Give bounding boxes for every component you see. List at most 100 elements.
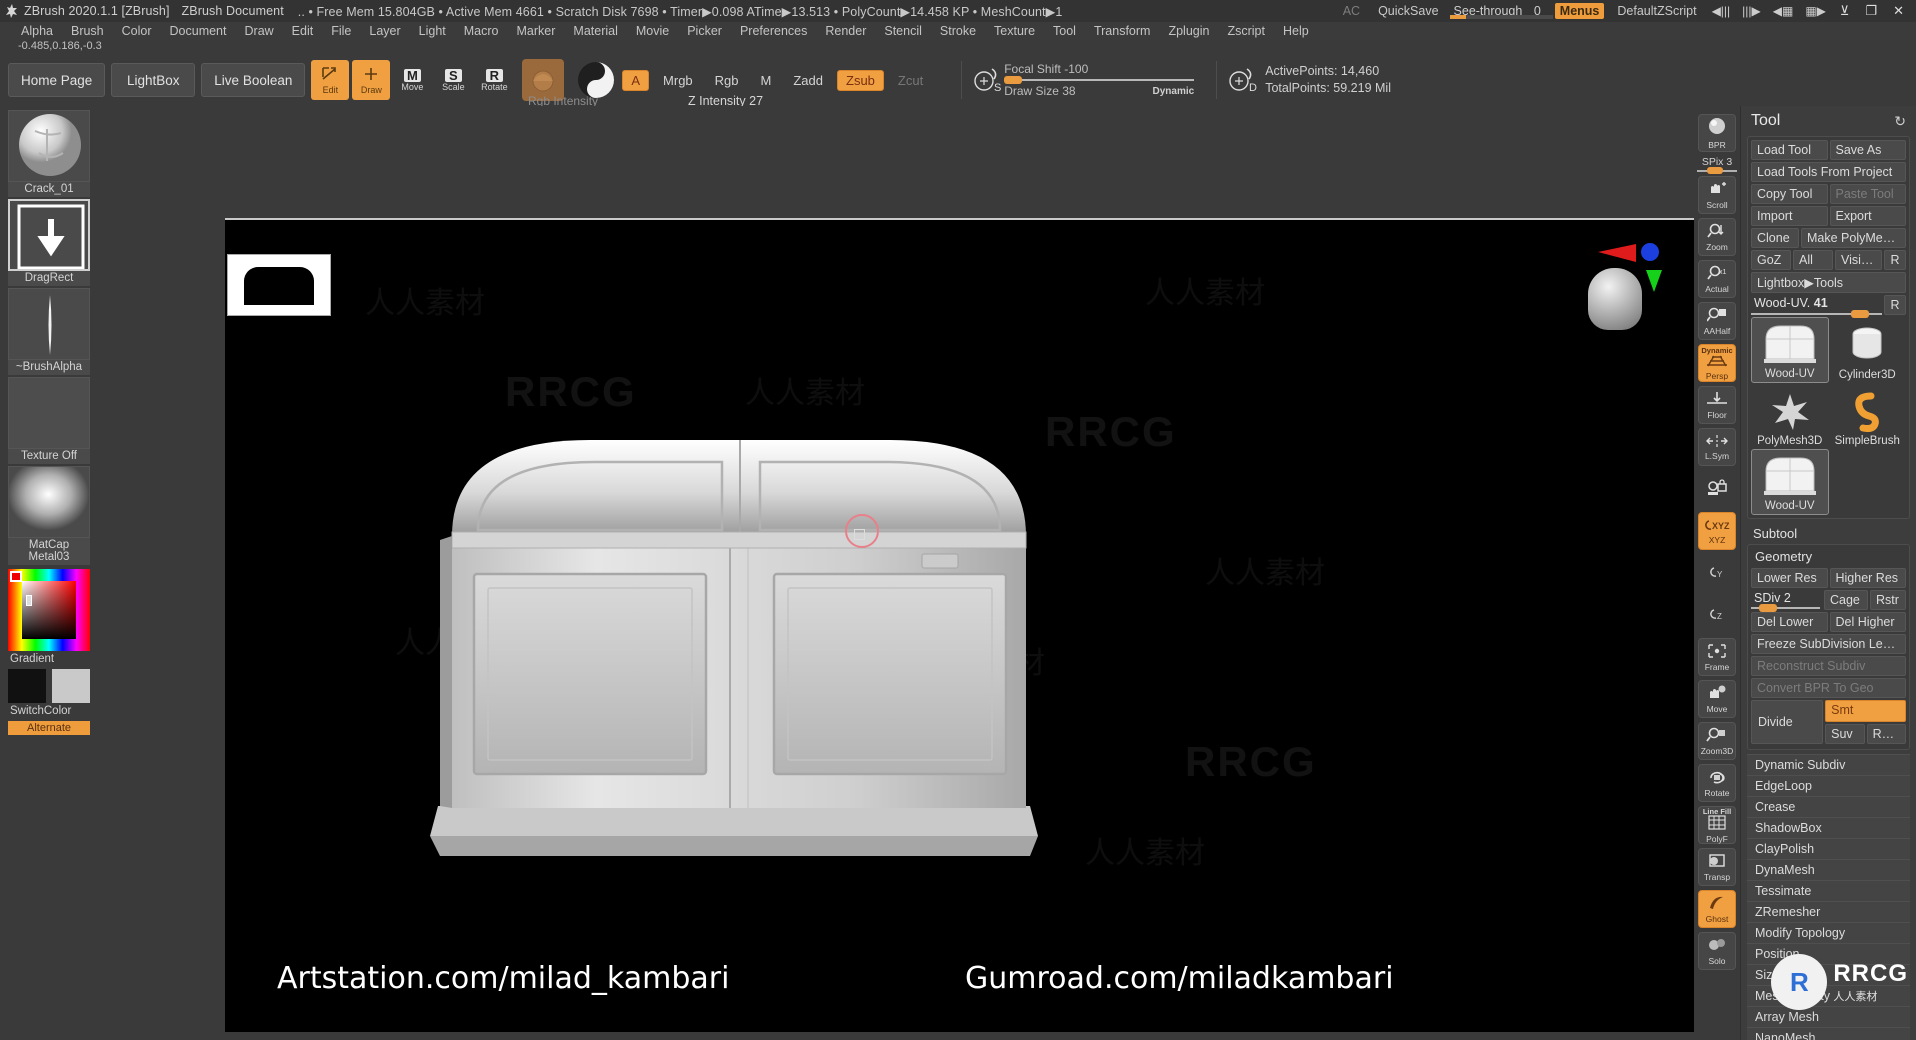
- palette-item-dragrect[interactable]: DragRect: [8, 199, 90, 286]
- make-polymesh3d-button[interactable]: Make PolyMesh3D: [1801, 228, 1906, 248]
- switchcolor-label[interactable]: SwitchColor: [8, 703, 97, 717]
- rstr-button[interactable]: Rstr: [1870, 590, 1906, 610]
- tool-thumb-cylinder3d[interactable]: Cylinder3D: [1829, 317, 1907, 383]
- viewport-button-xyz[interactable]: XYZ XYZ: [1698, 512, 1736, 550]
- viewport-button-actual[interactable]: x1 Actual: [1698, 260, 1736, 298]
- menu-item-file[interactable]: File: [322, 23, 360, 39]
- material-matcap-thumb[interactable]: [8, 466, 90, 538]
- export-button[interactable]: Export: [1829, 206, 1906, 226]
- focal-shift-label[interactable]: Focal Shift -100: [1004, 62, 1194, 76]
- viewport-button-rotate-z[interactable]: Z: [1698, 596, 1736, 634]
- bpr-render-button[interactable]: BPR: [1698, 114, 1736, 152]
- see-through-slider[interactable]: See-through 0: [1448, 4, 1553, 19]
- viewport-button-rotate-y[interactable]: Y: [1698, 554, 1736, 592]
- draw-size-label[interactable]: Draw Size 38: [1004, 84, 1075, 98]
- dynamic-badge[interactable]: Dynamic: [1153, 86, 1195, 97]
- tool-section-crease[interactable]: Crease: [1747, 796, 1910, 817]
- menu-item-tool[interactable]: Tool: [1044, 23, 1085, 39]
- viewport-button-transform-lock[interactable]: [1698, 470, 1736, 508]
- viewport-button-scroll[interactable]: Scroll: [1698, 176, 1736, 214]
- alpha-sphere-thumb[interactable]: [8, 110, 90, 182]
- tool-section-zremesher[interactable]: ZRemesher: [1747, 901, 1910, 922]
- m-button[interactable]: M: [753, 71, 780, 90]
- viewport-button-zoom3d[interactable]: Zoom3D: [1698, 722, 1736, 760]
- tool-section-modify-topology[interactable]: Modify Topology: [1747, 922, 1910, 943]
- visible-button[interactable]: Visible: [1835, 250, 1882, 270]
- import-button[interactable]: Import: [1751, 206, 1828, 226]
- zsub-button[interactable]: Zsub: [837, 69, 884, 91]
- save-as-button[interactable]: Save As: [1829, 140, 1906, 160]
- viewport-button-frame[interactable]: Frame: [1698, 638, 1736, 676]
- load-tools-from-project-button[interactable]: Load Tools From Project: [1751, 162, 1906, 182]
- secondary-color-swatch[interactable]: [52, 669, 90, 703]
- palette-item--brushalpha[interactable]: ~BrushAlpha: [8, 288, 90, 375]
- goz-button[interactable]: GoZ: [1751, 250, 1791, 270]
- spix-knob[interactable]: [1707, 167, 1723, 174]
- minimize-button[interactable]: ⊻: [1840, 3, 1850, 19]
- tool-section-nanomesh[interactable]: NanoMesh: [1747, 1027, 1910, 1040]
- menu-item-macro[interactable]: Macro: [455, 23, 508, 39]
- viewport-button-aahalf[interactable]: AAHalf: [1698, 302, 1736, 340]
- spix-slider[interactable]: SPix 3: [1697, 156, 1737, 174]
- palette-item-texture-off[interactable]: Texture Off: [8, 377, 90, 464]
- viewport-button-l-sym[interactable]: L.Sym: [1698, 428, 1736, 466]
- tool-section-dynamesh[interactable]: DynaMesh: [1747, 859, 1910, 880]
- scale-mode-button[interactable]: S Scale: [434, 60, 472, 100]
- tool-section-tessimate[interactable]: Tessimate: [1747, 880, 1910, 901]
- lightbox-button[interactable]: LightBox: [111, 63, 196, 97]
- primary-color-swatch[interactable]: [8, 669, 46, 703]
- menu-item-marker[interactable]: Marker: [508, 23, 565, 39]
- lower-res-button[interactable]: Lower Res: [1751, 568, 1828, 588]
- menus-toggle-button[interactable]: Menus: [1554, 3, 1605, 19]
- focal-shift-knob[interactable]: [1004, 76, 1023, 84]
- stroke-dragrect-thumb[interactable]: [8, 199, 90, 271]
- color-picker[interactable]: [8, 569, 90, 651]
- quicksave-button[interactable]: QuickSave: [1378, 4, 1438, 18]
- tool-section-claypolish[interactable]: ClayPolish: [1747, 838, 1910, 859]
- tool-thumb-wood-uv[interactable]: Wood-UV: [1751, 317, 1829, 383]
- tool-section-edgeloop[interactable]: EdgeLoop: [1747, 775, 1910, 796]
- higher-res-button[interactable]: Higher Res: [1829, 568, 1906, 588]
- menu-item-edit[interactable]: Edit: [283, 23, 323, 39]
- sdiv-knob[interactable]: [1759, 604, 1778, 612]
- scroll-left-icon[interactable]: ◀|||: [1712, 4, 1731, 18]
- viewport-button-polyf[interactable]: Line Fill PolyF: [1698, 806, 1736, 844]
- edit-mode-button[interactable]: Edit: [311, 60, 350, 100]
- copy-tool-button[interactable]: Copy Tool: [1751, 184, 1828, 204]
- lightbox-tools-button[interactable]: Lightbox▶Tools: [1751, 272, 1906, 293]
- palette-right-icon[interactable]: ▦▶: [1805, 4, 1826, 18]
- menu-item-render[interactable]: Render: [816, 23, 875, 39]
- axis-gizmo[interactable]: [1594, 240, 1664, 300]
- menu-item-movie[interactable]: Movie: [627, 23, 678, 39]
- tool-thumb-polymesh3d[interactable]: PolyMesh3D: [1751, 383, 1829, 449]
- mrgb-button[interactable]: Mrgb: [655, 71, 701, 90]
- del-lower-button[interactable]: Del Lower: [1751, 612, 1828, 632]
- geometry-section-header[interactable]: Geometry: [1751, 548, 1906, 568]
- tool-section-dynamic-subdiv[interactable]: Dynamic Subdiv: [1747, 754, 1910, 775]
- viewport-button-rotate[interactable]: Rotate: [1698, 764, 1736, 802]
- menu-item-texture[interactable]: Texture: [985, 23, 1044, 39]
- menu-item-material[interactable]: Material: [564, 23, 626, 39]
- convert-bpr-to-geo-button[interactable]: Convert BPR To Geo: [1751, 678, 1906, 698]
- move-mode-button[interactable]: M Move: [393, 60, 431, 100]
- spix-track[interactable]: [1697, 167, 1737, 174]
- rgb-button[interactable]: Rgb: [707, 71, 747, 90]
- del-higher-button[interactable]: Del Higher: [1829, 612, 1906, 632]
- close-button[interactable]: ✕: [1893, 3, 1904, 19]
- clone-button[interactable]: Clone: [1751, 228, 1799, 248]
- tool-thumb-wood-uv[interactable]: Wood-UV: [1751, 449, 1829, 515]
- home-page-button[interactable]: Home Page: [8, 63, 106, 97]
- paste-tool-button[interactable]: Paste Tool: [1829, 184, 1906, 204]
- rgb-alpha-toggle[interactable]: A: [622, 69, 650, 91]
- scroll-right-icon[interactable]: |||▶: [1742, 4, 1761, 18]
- zcut-button[interactable]: Zcut: [890, 71, 931, 90]
- tool-thumb-simplebrush[interactable]: SimpleBrush: [1829, 383, 1907, 449]
- menu-item-color[interactable]: Color: [113, 23, 161, 39]
- smt-button[interactable]: Smt: [1825, 700, 1906, 722]
- load-tool-button[interactable]: Load Tool: [1751, 140, 1828, 160]
- menu-item-layer[interactable]: Layer: [360, 23, 409, 39]
- palette-item-crack-01[interactable]: Crack_01: [8, 110, 90, 197]
- reset-icon[interactable]: ↻: [1894, 113, 1906, 130]
- viewport-button-move[interactable]: Move: [1698, 680, 1736, 718]
- viewport-button-solo[interactable]: Solo: [1698, 932, 1736, 970]
